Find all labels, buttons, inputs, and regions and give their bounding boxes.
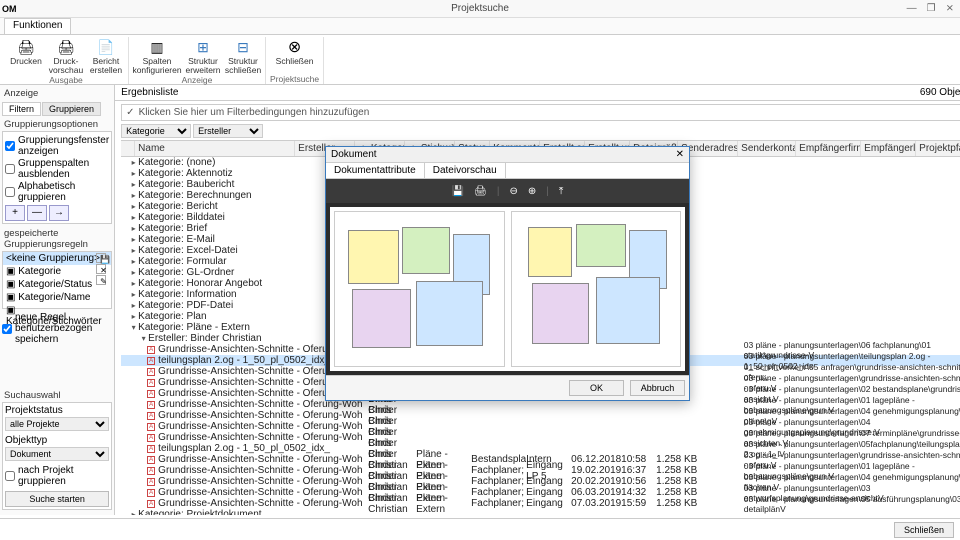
- left-panel: Anzeige Filtern Gruppieren Gruppierungso…: [0, 85, 115, 515]
- print-button[interactable]: 🖨Drucken: [8, 37, 44, 75]
- footer: Schließen: [0, 518, 960, 540]
- alpha-group-check[interactable]: [5, 187, 15, 197]
- ribbon-tab-funktionen[interactable]: Funktionen: [4, 18, 71, 34]
- document-preview-dialog: Dokument ✕ Dokumentattribute Dateivorsch…: [325, 146, 690, 401]
- floorplan-left: [334, 211, 505, 367]
- ribbon-group-ausgabe: Ausgabe: [49, 75, 83, 85]
- objekttyp-label: Objekttyp: [5, 435, 109, 446]
- dialog-title: Dokument: [331, 149, 377, 160]
- save-icon[interactable]: 💾: [452, 186, 464, 197]
- alpha-group-label: Alphabetisch gruppieren: [18, 181, 109, 203]
- close-circle-icon: ⊗: [285, 37, 305, 57]
- filter-hint: Klicken Sie hier um Filterbedingungen hi…: [139, 107, 370, 118]
- filter-tab[interactable]: Filtern: [2, 102, 41, 116]
- collapse-structure-button[interactable]: ⊟Struktur schließen: [225, 37, 261, 75]
- show-grouping-window-check[interactable]: [5, 141, 15, 151]
- tab-dokumentattribute[interactable]: Dokumentattribute: [326, 163, 425, 178]
- printer-icon: 🖨: [16, 37, 36, 57]
- ribbon-group-projektsuche: Projektsuche: [270, 74, 319, 84]
- start-search-button[interactable]: Suche starten: [5, 491, 109, 507]
- footer-close-button[interactable]: Schließen: [894, 522, 954, 538]
- zoom-out-icon[interactable]: ⊖: [509, 186, 517, 197]
- dialog-close-icon[interactable]: ✕: [676, 149, 684, 160]
- panel-anzeige-title: Anzeige: [4, 88, 110, 99]
- expand-structure-button[interactable]: ⊞Struktur erweitern: [185, 37, 221, 75]
- suchauswahl-label: Suchauswahl: [4, 390, 110, 401]
- app-logo: OM: [0, 4, 22, 14]
- close-button[interactable]: ⨯: [946, 3, 954, 14]
- zoom-in-icon[interactable]: ⊕: [528, 186, 536, 197]
- rule-rename-button[interactable]: ✎: [96, 275, 106, 285]
- group-arrow-button[interactable]: →: [49, 205, 69, 221]
- columns-icon: ▥: [147, 37, 167, 57]
- grouping-options-box: Gruppierungsfenster anzeigen Gruppenspal…: [2, 131, 112, 224]
- columns-config-button[interactable]: ▥Spalten konfigurieren: [133, 37, 181, 75]
- ribbon-tabs: Funktionen: [0, 18, 960, 35]
- print-icon[interactable]: 🖨: [474, 186, 487, 197]
- hide-group-cols-check[interactable]: [5, 164, 15, 174]
- file-row[interactable]: AGrundrisse-Ansichten-Schnitte - Oferung…: [121, 498, 960, 509]
- close-search-button[interactable]: ⊗Schließen: [277, 37, 313, 66]
- result-count: 690 Objekte: [920, 87, 960, 98]
- titlebar: OM Projektsuche — ❐ ⨯: [0, 0, 960, 18]
- dialog-cancel-button[interactable]: Abbruch: [630, 380, 685, 396]
- ribbon: 🖨Drucken 🖨Druck- vorschau 📄Bericht erste…: [0, 35, 960, 85]
- grouping-options-label: Gruppierungsoptionen: [4, 119, 110, 130]
- kategorie-group-select[interactable]: Kategorie: [121, 124, 191, 138]
- minimize-button[interactable]: —: [907, 3, 917, 14]
- filter-bar[interactable]: ✓ Klicken Sie hier um Filterbedingungen …: [121, 104, 960, 121]
- window-title: Projektsuche: [0, 3, 960, 14]
- rule-kategorie-name[interactable]: ▣ Kategorie/Name: [3, 291, 111, 304]
- group-minus-button[interactable]: —: [27, 205, 47, 221]
- dialog-ok-button[interactable]: OK: [569, 380, 624, 396]
- show-grouping-window-label: Gruppierungsfenster anzeigen: [18, 135, 109, 157]
- group-tab[interactable]: Gruppieren: [42, 102, 101, 116]
- print-preview-button[interactable]: 🖨Druck- vorschau: [48, 37, 84, 75]
- collapse-icon: ⊟: [233, 37, 253, 57]
- filter-icon: ✓: [126, 107, 134, 118]
- preview-icon: 🖨: [56, 37, 76, 57]
- preview-toolbar: 💾 🖨 | ⊖ ⊕ | ⤒: [326, 179, 689, 203]
- tab-dateivorschau[interactable]: Dateivorschau: [425, 163, 506, 178]
- pdf-tool-icon[interactable]: ⤒: [559, 186, 563, 197]
- expand-icon: ⊞: [193, 37, 213, 57]
- rule-delete-button[interactable]: ✕: [96, 264, 106, 274]
- ersteller-group-select[interactable]: Ersteller: [193, 124, 263, 138]
- projektstatus-select[interactable]: alle Projekte: [5, 417, 109, 431]
- floorplan-right: [511, 211, 682, 367]
- rule-save-button[interactable]: 💾: [96, 253, 106, 263]
- group-by-project-check[interactable]: [5, 471, 15, 481]
- group-by-project-label: nach Projekt gruppieren: [18, 465, 109, 487]
- rule-kategorie-stichwörter[interactable]: ▣ Kategorie/Stichwörter: [3, 304, 111, 328]
- ribbon-group-anzeige: Anzeige: [182, 75, 213, 85]
- report-button[interactable]: 📄Bericht erstellen: [88, 37, 124, 75]
- group-plus-button[interactable]: +: [5, 205, 25, 221]
- saved-rules-label: gespeicherte Gruppierungsregeln: [4, 228, 110, 250]
- restore-button[interactable]: ❐: [927, 3, 936, 14]
- projektstatus-label: Projektstatus: [5, 405, 109, 416]
- report-icon: 📄: [96, 37, 116, 57]
- objekttyp-select[interactable]: Dokument: [5, 447, 109, 461]
- preview-pane: 💾 🖨 | ⊖ ⊕ | ⤒: [326, 179, 689, 375]
- hide-group-cols-label: Gruppenspalten ausblenden: [18, 158, 109, 180]
- result-title: Ergebnisliste: [121, 87, 178, 98]
- saved-rules-list[interactable]: <keine Gruppierung> ▣ Kategorie ▣ Katego…: [2, 251, 112, 309]
- suchauswahl-box: Projektstatus alle Projekte Objekttyp Do…: [2, 402, 112, 510]
